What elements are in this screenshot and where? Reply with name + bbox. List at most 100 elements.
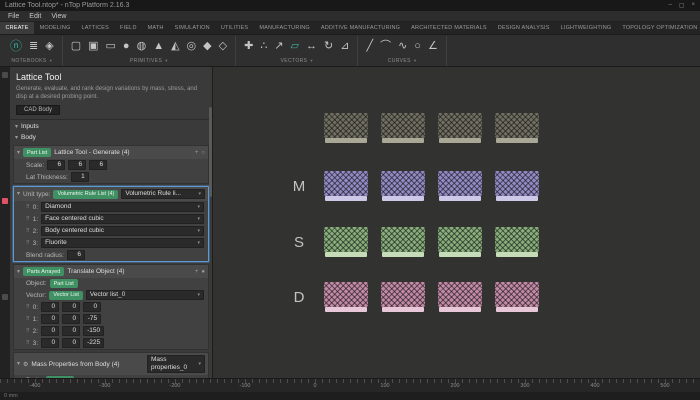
vector-x-input[interactable]: 0 — [41, 338, 59, 348]
vector-z-input[interactable]: -75 — [83, 314, 101, 324]
drag-handle-icon[interactable]: ⠿ — [26, 229, 30, 234]
tab-additive-manufacturing[interactable]: ADDITIVE MANUFACTURING — [315, 22, 405, 34]
drag-handle-icon[interactable]: ⠿ — [26, 241, 30, 246]
unit-type-name-dropdown[interactable]: Volumetric Rule li... ▾ — [121, 189, 205, 199]
drag-handle-icon[interactable]: ⠿ — [26, 217, 30, 222]
lattice-part[interactable] — [438, 227, 482, 257]
thickness-input[interactable]: 1 — [71, 172, 89, 182]
vector-list-chip[interactable]: Vector List — [49, 291, 83, 300]
tab-lightweighting[interactable]: LIGHTWEIGHTING — [555, 22, 617, 34]
lattice-part[interactable] — [495, 227, 539, 257]
visibility-toggle-icon[interactable]: ● — [201, 269, 205, 275]
rounded-box-icon[interactable]: ▣ — [88, 41, 98, 52]
cad-body-input[interactable]: CAD Body — [16, 105, 60, 115]
visibility-toggle-icon[interactable]: ○ — [201, 150, 205, 156]
block-part-list-header[interactable]: ▾ Part List Lattice Tool - Generate (4) … — [14, 146, 208, 159]
maximize-button[interactable]: ▢ — [679, 2, 685, 9]
sphere-icon[interactable]: ● — [123, 41, 130, 52]
box-icon[interactable]: ▢ — [71, 41, 81, 52]
minimize-button[interactable]: – — [668, 2, 671, 9]
add-icon[interactable]: + — [195, 150, 199, 156]
menu-view[interactable]: View — [46, 13, 71, 20]
collapse-caret-icon[interactable]: ▾ — [17, 269, 20, 275]
unit-type-select-2[interactable]: Body centered cubic ▾ — [41, 226, 204, 236]
vector-z-input[interactable]: -150 — [83, 326, 104, 336]
vector-y-input[interactable]: 0 — [62, 302, 80, 312]
tab-field[interactable]: FIELD — [115, 22, 143, 34]
notebooks-list-icon[interactable]: ≣ — [29, 41, 38, 52]
viewport-3d[interactable]: M S D — [213, 67, 700, 378]
polyline-icon[interactable]: ∠ — [428, 41, 438, 52]
menu-file[interactable]: File — [3, 13, 24, 20]
unit-type-select-1[interactable]: Face centered cubic ▾ — [41, 214, 204, 224]
tab-create[interactable]: CREATE — [0, 22, 34, 34]
block-parts-arrayed-header[interactable]: ▾ Parts Arrayed Translate Object (4) + ● — [14, 265, 208, 278]
lattice-part[interactable] — [324, 113, 368, 143]
collapse-caret-icon[interactable]: ▾ — [17, 361, 20, 367]
drag-handle-icon[interactable]: ⠿ — [26, 341, 30, 346]
slab-icon[interactable]: ▭ — [106, 41, 116, 52]
block-mass-properties-header[interactable]: ▾ ⚙ Mass Properties from Body (4) Mass p… — [14, 353, 208, 375]
lattice-part[interactable] — [438, 282, 482, 312]
volumetric-rule-list-chip[interactable]: Volumetric Rule List (4) — [53, 190, 118, 199]
section-inputs[interactable]: ▾ Inputs — [10, 121, 212, 132]
ntop-logo-icon[interactable]: ⓝ — [10, 40, 22, 52]
vector-y-input[interactable]: 0 — [62, 338, 80, 348]
tab-utilities[interactable]: UTILITIES — [215, 22, 253, 34]
polyhedron-icon[interactable]: ◇ — [219, 41, 227, 52]
notebooks-group-label[interactable]: NOTEBOOKS ▾ — [10, 58, 54, 65]
vector-x-input[interactable]: 0 — [41, 302, 59, 312]
blend-radius-input[interactable]: 6 — [67, 250, 85, 260]
tab-simulation[interactable]: SIMULATION — [169, 22, 215, 34]
move-icon[interactable]: ✚ — [244, 41, 253, 52]
drag-handle-icon[interactable]: ⠿ — [26, 305, 30, 310]
point-cloud-icon[interactable]: ∴ — [260, 41, 267, 52]
strip-layers-icon[interactable] — [2, 294, 8, 300]
collapse-caret-icon[interactable]: ▾ — [17, 150, 20, 156]
lattice-part[interactable] — [495, 113, 539, 143]
vector-name-dropdown[interactable]: Vector list_0 ▾ — [86, 290, 204, 300]
collapse-caret-icon[interactable]: ▾ — [17, 191, 20, 197]
strip-grid-icon[interactable] — [2, 72, 8, 78]
vector-x-input[interactable]: 0 — [41, 326, 59, 336]
tab-topology-optimization[interactable]: TOPOLOGY OPTIMIZATION — [617, 22, 700, 34]
drag-handle-icon[interactable]: ⠿ — [26, 205, 30, 210]
vector-z-input[interactable]: -225 — [83, 338, 104, 348]
section-body[interactable]: ▾ Body — [10, 132, 212, 143]
diamond-solid-icon[interactable]: ◆ — [203, 41, 211, 52]
strip-alert-icon[interactable] — [2, 198, 8, 204]
tab-modeling[interactable]: MODELING — [34, 22, 76, 34]
mass-properties-name-dropdown[interactable]: Mass properties_0 ▾ — [147, 355, 205, 373]
lattice-part[interactable] — [495, 171, 539, 201]
scale-icon[interactable]: ↔ — [306, 41, 317, 52]
vector-x-input[interactable]: 0 — [41, 314, 59, 324]
lattice-part[interactable] — [381, 227, 425, 257]
vector-y-input[interactable]: 0 — [62, 314, 80, 324]
lattice-part[interactable] — [438, 113, 482, 143]
plane-icon[interactable]: ▱ — [291, 41, 299, 52]
pyramid-icon[interactable]: ◭ — [171, 41, 179, 52]
unit-type-select-3[interactable]: Fluorite ▾ — [41, 238, 204, 248]
rotate-icon[interactable]: ↻ — [324, 41, 333, 52]
parts-arrayed-chip[interactable]: Parts Arrayed — [23, 267, 64, 276]
close-button[interactable]: × — [691, 2, 695, 9]
scale-x-input[interactable]: 6 — [47, 160, 65, 170]
tab-architected-materials[interactable]: ARCHITECTED MATERIALS — [406, 22, 493, 34]
tab-math[interactable]: MATH — [142, 22, 169, 34]
drag-handle-icon[interactable]: ⠿ — [26, 317, 30, 322]
measure-icon[interactable]: ◈ — [45, 41, 53, 52]
add-icon[interactable]: + — [195, 269, 199, 275]
tab-lattices[interactable]: LATTICES — [76, 22, 114, 34]
vector-y-input[interactable]: 0 — [62, 326, 80, 336]
vector-arrow-icon[interactable]: ↗ — [274, 41, 283, 52]
unit-type-select-0[interactable]: Diamond ▾ — [41, 202, 204, 212]
primitives-group-label[interactable]: PRIMITIVES ▾ — [71, 58, 227, 65]
spline-icon[interactable]: ∿ — [398, 41, 407, 52]
lattice-part[interactable] — [381, 171, 425, 201]
lattice-part[interactable] — [324, 282, 368, 312]
tab-manufacturing[interactable]: MANUFACTURING — [254, 22, 316, 34]
line-icon[interactable]: ╱ — [366, 41, 373, 52]
lattice-part[interactable] — [324, 171, 368, 201]
lattice-part[interactable] — [324, 227, 368, 257]
lattice-part[interactable] — [381, 282, 425, 312]
